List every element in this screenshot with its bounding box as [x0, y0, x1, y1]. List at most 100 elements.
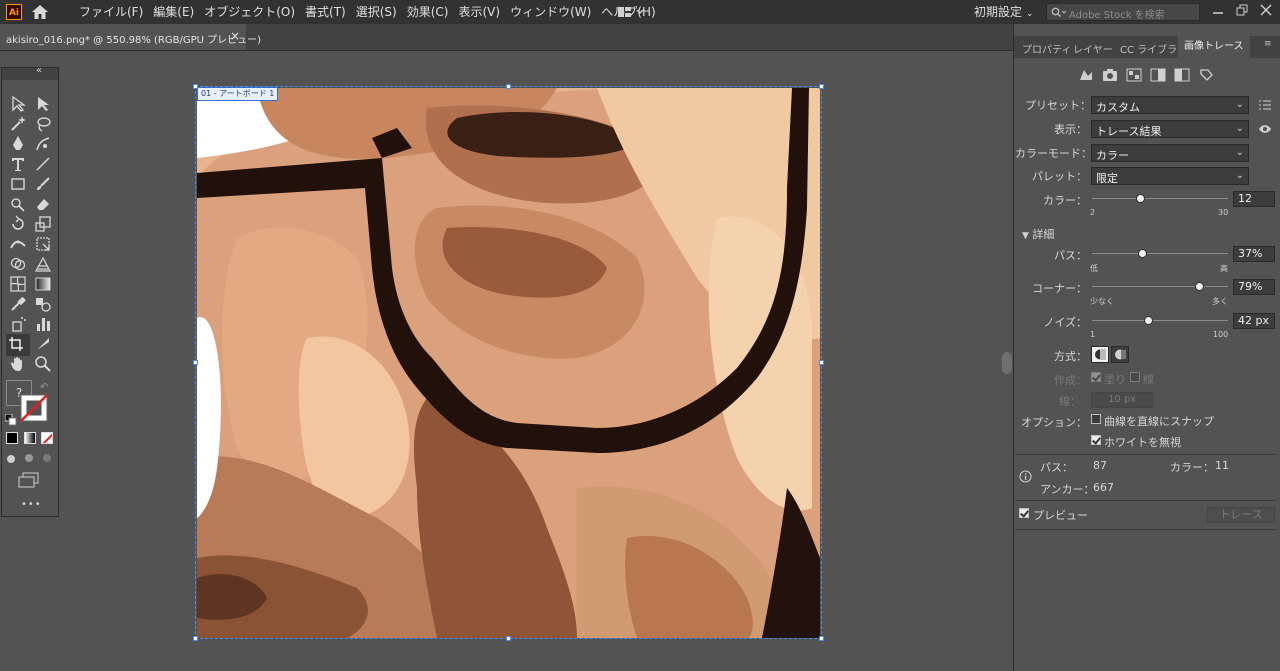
noise-slider-track[interactable]	[1092, 320, 1228, 321]
tab-properties[interactable]: プロパティ	[1022, 41, 1071, 56]
collapse-icon[interactable]: «	[36, 65, 42, 76]
color-mode-icon[interactable]	[6, 432, 18, 444]
free-transform-tool-icon[interactable]	[33, 234, 53, 254]
menu-file[interactable]: ファイル(F)	[74, 0, 148, 24]
home-icon[interactable]	[32, 5, 48, 22]
swap-fill-stroke-icon[interactable]: ↶	[40, 382, 48, 393]
rectangle-tool-icon[interactable]	[8, 174, 28, 194]
rotate-tool-icon[interactable]	[8, 214, 28, 234]
none-mode-icon[interactable]	[41, 432, 53, 444]
tab-image-trace[interactable]: 画像トレース	[1178, 36, 1250, 58]
paintbrush-tool-icon[interactable]	[33, 174, 53, 194]
stroke-swatch[interactable]	[20, 394, 48, 422]
menu-effect[interactable]: 効果(C)	[402, 0, 454, 24]
width-tool-icon[interactable]	[8, 234, 28, 254]
line-tool-icon[interactable]	[33, 154, 53, 174]
paths-slider-track[interactable]	[1092, 253, 1228, 254]
palette-select[interactable]: 限定 ⌄	[1091, 167, 1249, 185]
gradient-mode-icon[interactable]	[24, 432, 36, 444]
restore-icon[interactable]	[1236, 4, 1248, 16]
noise-slider-knob[interactable]	[1143, 316, 1153, 325]
edit-toolbar-icon[interactable]: •••	[21, 499, 42, 510]
minimize-icon[interactable]	[1212, 4, 1224, 16]
workspace-switcher[interactable]: 初期設定 ⌄	[974, 0, 1033, 26]
perspective-grid-tool-icon[interactable]	[33, 254, 53, 274]
eyedropper-tool-icon[interactable]	[8, 294, 28, 314]
direct-selection-tool-icon[interactable]	[33, 94, 53, 114]
default-colors-icon[interactable]	[4, 413, 17, 429]
selection-handle[interactable]	[193, 636, 198, 641]
grayscale-icon[interactable]	[1150, 68, 1166, 82]
view-select[interactable]: トレース結果 ⌄	[1091, 120, 1249, 138]
menu-edit[interactable]: 編集(E)	[148, 0, 199, 24]
selection-tool-icon[interactable]	[8, 94, 28, 114]
auto-color-icon[interactable]	[1078, 68, 1094, 82]
vertical-scrollbar[interactable]	[1002, 352, 1012, 374]
selection-handle[interactable]	[506, 84, 511, 89]
preview-checkbox[interactable]	[1019, 508, 1029, 518]
gradient-tool-icon[interactable]	[33, 274, 53, 294]
draw-mode-icons[interactable]	[6, 452, 54, 467]
ignore-white-checkbox[interactable]	[1091, 435, 1101, 445]
traced-image[interactable]	[197, 88, 820, 638]
mesh-tool-icon[interactable]	[8, 274, 28, 294]
selection-handle[interactable]	[193, 360, 198, 365]
panel-menu-icon[interactable]: ≡	[1264, 39, 1272, 49]
arrange-documents-button[interactable]	[618, 6, 646, 21]
eraser-tool-icon[interactable]	[33, 194, 53, 214]
stock-search-input[interactable]: Adobe Stock を検索	[1046, 3, 1200, 21]
blend-tool-icon[interactable]	[33, 294, 53, 314]
menu-type[interactable]: 書式(T)	[300, 0, 351, 24]
zoom-tool-icon[interactable]	[33, 354, 53, 374]
curvature-tool-icon[interactable]	[33, 134, 53, 154]
high-color-icon[interactable]	[1102, 68, 1118, 82]
close-document-icon[interactable]: ×	[230, 29, 240, 43]
selection-handle[interactable]	[506, 636, 511, 641]
slice-tool-icon[interactable]	[33, 334, 53, 354]
symbol-sprayer-tool-icon[interactable]	[8, 314, 28, 334]
scale-tool-icon[interactable]	[33, 214, 53, 234]
tab-layers[interactable]: レイヤー	[1073, 41, 1113, 56]
column-graph-tool-icon[interactable]	[33, 314, 53, 334]
hand-tool-icon[interactable]	[8, 354, 28, 374]
corners-input[interactable]: 79%	[1233, 279, 1275, 295]
artboard[interactable]	[197, 88, 820, 638]
screen-mode-icon[interactable]	[18, 472, 40, 491]
selection-handle[interactable]	[819, 84, 824, 89]
preset-list-icon[interactable]	[1259, 100, 1271, 110]
stroke-width-input[interactable]: 10 px	[1091, 392, 1153, 408]
fill-checkbox[interactable]	[1091, 372, 1101, 382]
menu-view[interactable]: 表示(V)	[453, 0, 505, 24]
colors-slider-track[interactable]	[1092, 198, 1228, 199]
trace-button[interactable]: トレース	[1207, 507, 1275, 523]
overlapping-method-button[interactable]	[1111, 346, 1129, 363]
menu-select[interactable]: 選択(S)	[351, 0, 402, 24]
menu-window[interactable]: ウィンドウ(W)	[505, 0, 596, 24]
shaper-tool-icon[interactable]	[8, 194, 28, 214]
artboard-tool-icon[interactable]	[6, 334, 30, 356]
preset-select[interactable]: カスタム ⌄	[1091, 96, 1249, 114]
pen-tool-icon[interactable]	[8, 134, 28, 154]
close-window-icon[interactable]	[1260, 4, 1272, 16]
snap-curves-checkbox[interactable]	[1091, 414, 1101, 424]
magic-wand-tool-icon[interactable]	[8, 114, 28, 134]
colors-slider-knob[interactable]	[1136, 194, 1146, 203]
lasso-tool-icon[interactable]	[33, 114, 53, 134]
colors-input[interactable]: 12	[1233, 191, 1275, 207]
paths-slider-knob[interactable]	[1137, 249, 1147, 258]
selection-handle[interactable]	[819, 360, 824, 365]
stroke-checkbox[interactable]	[1130, 372, 1140, 382]
selection-handle[interactable]	[819, 636, 824, 641]
type-tool-icon[interactable]	[8, 154, 28, 174]
shape-builder-tool-icon[interactable]	[8, 254, 28, 274]
corners-slider-track[interactable]	[1092, 286, 1228, 287]
document-tab[interactable]: akisiro_016.png* @ 550.98% (RGB/GPU プレビュ…	[0, 24, 261, 50]
black-and-white-icon[interactable]	[1174, 68, 1190, 82]
abutting-method-button[interactable]	[1091, 346, 1109, 363]
color-mode-select[interactable]: カラー ⌄	[1091, 144, 1249, 162]
low-color-icon[interactable]	[1126, 68, 1142, 82]
eye-icon[interactable]	[1258, 124, 1272, 134]
tools-panel-header[interactable]: «	[2, 65, 58, 80]
selection-handle[interactable]	[193, 84, 198, 89]
advanced-toggle[interactable]: ▼ 詳細	[1022, 226, 1054, 242]
